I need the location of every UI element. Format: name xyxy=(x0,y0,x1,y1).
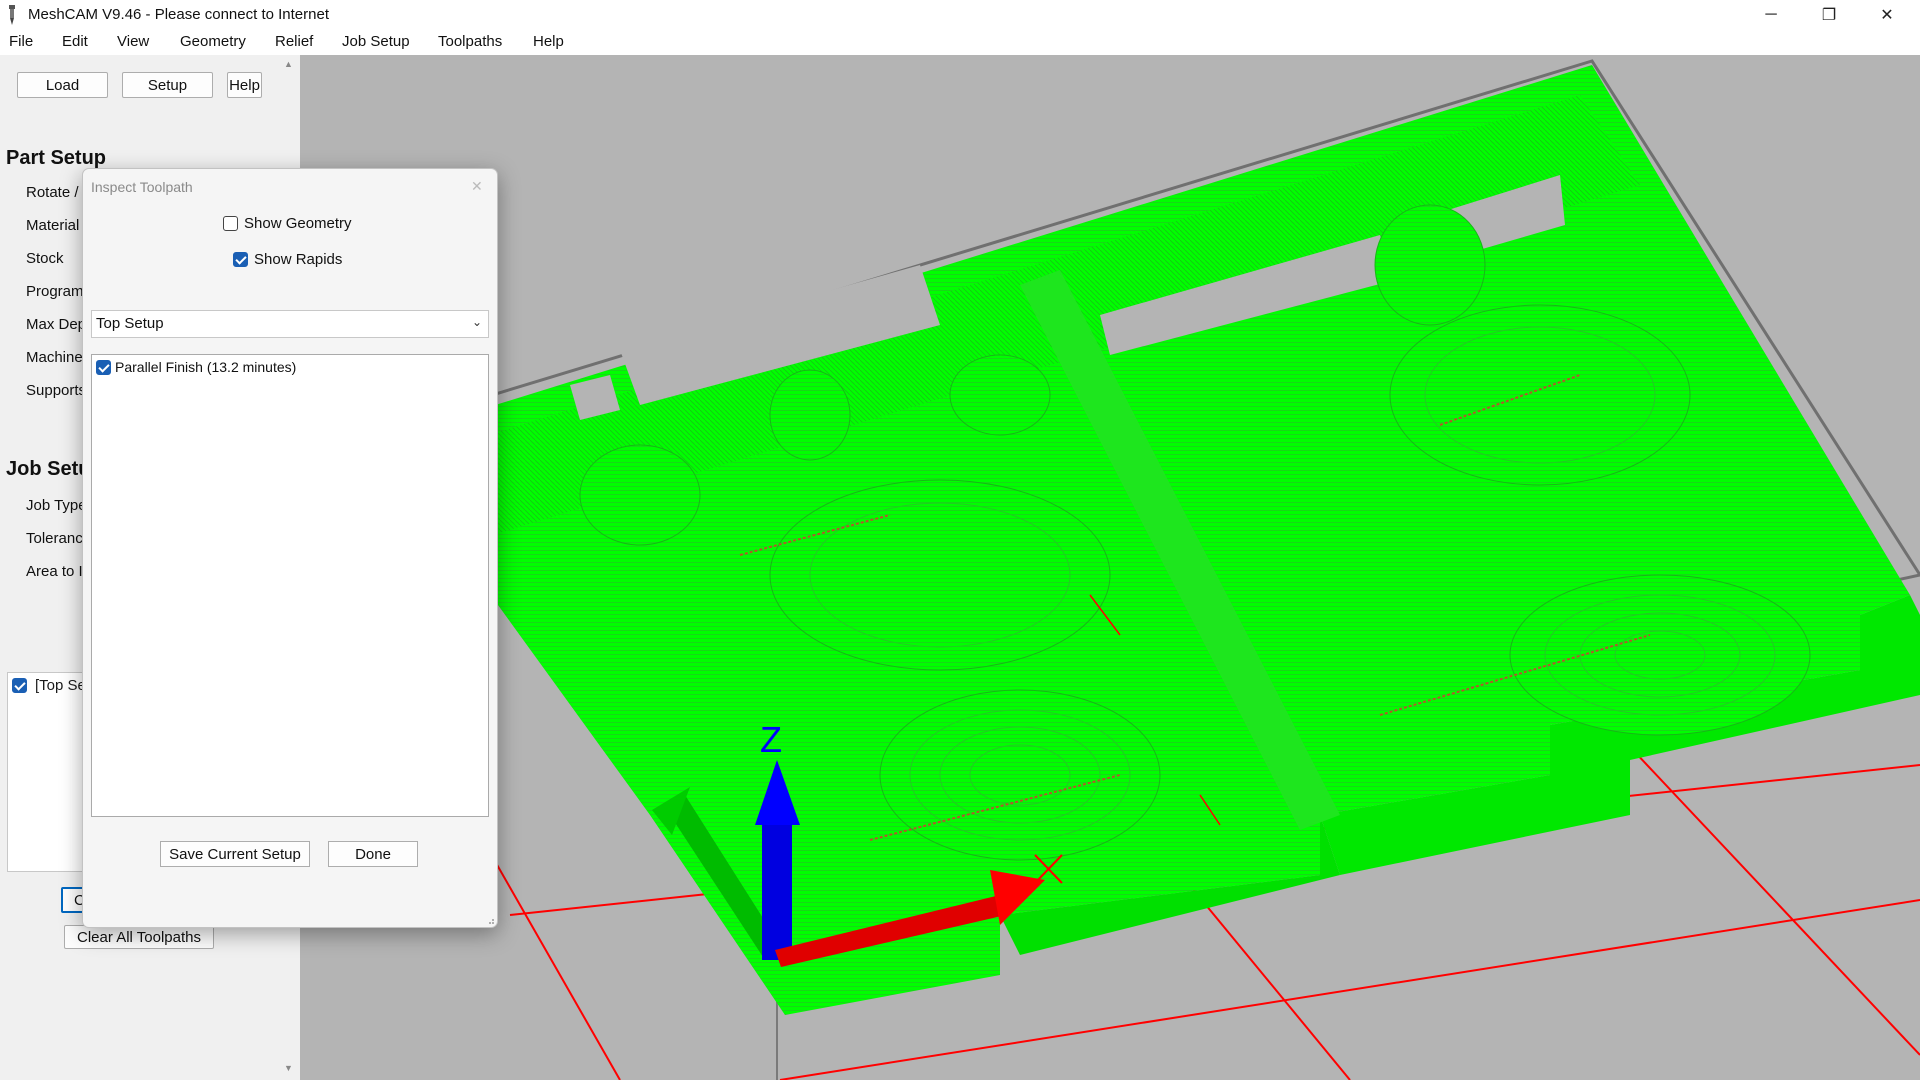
supports-label[interactable]: Supports xyxy=(26,382,86,399)
3d-viewport[interactable]: Z xyxy=(300,55,1920,1080)
setup-select[interactable]: Top Setup ⌄ xyxy=(91,310,489,338)
window-title: MeshCAM V9.46 - Please connect to Intern… xyxy=(28,6,329,23)
menu-view[interactable]: View xyxy=(117,33,149,50)
save-current-setup-button[interactable]: Save Current Setup xyxy=(160,841,310,867)
show-geometry-checkbox[interactable]: Show Geometry xyxy=(223,215,352,232)
show-rapids-check-box[interactable] xyxy=(233,252,248,267)
program-label[interactable]: Program xyxy=(26,283,84,300)
setup-list-item[interactable]: [Top Se xyxy=(12,677,86,694)
job-type-label[interactable]: Job Type xyxy=(26,497,87,514)
setup-button[interactable]: Setup xyxy=(122,72,213,98)
toolpath-list-item[interactable]: Parallel Finish (13.2 minutes) xyxy=(96,359,296,375)
menu-geometry[interactable]: Geometry xyxy=(180,33,246,50)
menu-help[interactable]: Help xyxy=(533,33,564,50)
part-setup-heading: Part Setup xyxy=(6,147,107,169)
help-button[interactable]: Help xyxy=(227,72,262,98)
show-rapids-checkbox[interactable]: Show Rapids xyxy=(233,251,342,268)
dialog-title: Inspect Toolpath xyxy=(91,179,193,195)
scroll-up-icon[interactable]: ▲ xyxy=(284,59,293,69)
menu-job-setup[interactable]: Job Setup xyxy=(342,33,410,50)
meshcam-app-icon xyxy=(9,5,15,25)
setup-select-value: Top Setup xyxy=(96,315,164,332)
menu-relief[interactable]: Relief xyxy=(275,33,313,50)
resize-grip-icon[interactable] xyxy=(485,915,495,925)
menu-edit[interactable]: Edit xyxy=(62,33,88,50)
show-geometry-check-box[interactable] xyxy=(223,216,238,231)
clear-all-toolpaths-button[interactable]: Clear All Toolpaths xyxy=(64,925,214,949)
setup-list-item-label: [Top Se xyxy=(35,677,86,694)
menu-bar: File Edit View Geometry Relief Job Setup… xyxy=(0,29,1920,55)
done-button[interactable]: Done xyxy=(328,841,418,867)
title-bar: MeshCAM V9.46 - Please connect to Intern… xyxy=(0,0,1920,29)
max-depth-label[interactable]: Max Dep xyxy=(26,316,86,333)
show-geometry-label: Show Geometry xyxy=(244,215,352,232)
setup-checkbox[interactable] xyxy=(12,678,27,693)
load-button[interactable]: Load xyxy=(17,72,108,98)
toolpath-checkbox[interactable] xyxy=(96,359,111,375)
stock-label[interactable]: Stock xyxy=(26,250,64,267)
dialog-close-icon[interactable]: ✕ xyxy=(471,178,483,195)
toolpath-list[interactable]: Parallel Finish (13.2 minutes) xyxy=(91,354,489,817)
close-button[interactable]: ✕ xyxy=(1858,0,1916,29)
z-axis-label: Z xyxy=(760,719,782,760)
area-label[interactable]: Area to I xyxy=(26,563,83,580)
menu-toolpaths[interactable]: Toolpaths xyxy=(438,33,502,50)
restore-button[interactable]: ❐ xyxy=(1800,0,1858,29)
rotate-label[interactable]: Rotate / xyxy=(26,184,79,201)
tolerance-label[interactable]: Toleranc xyxy=(26,530,83,547)
scroll-down-icon[interactable]: ▼ xyxy=(284,1063,293,1073)
chevron-down-icon: ⌄ xyxy=(471,315,482,329)
viewport-canvas: Z xyxy=(300,59,1920,1080)
material-label[interactable]: Material xyxy=(26,217,79,234)
menu-file[interactable]: File xyxy=(9,33,33,50)
minimize-button[interactable]: ─ xyxy=(1742,0,1800,29)
toolpath-label: Parallel Finish (13.2 minutes) xyxy=(115,359,297,375)
machine-label[interactable]: Machine xyxy=(26,349,83,366)
z-axis-shaft xyxy=(762,820,792,960)
job-setup-heading: Job Setu xyxy=(6,458,91,480)
show-rapids-label: Show Rapids xyxy=(254,251,343,268)
inspect-toolpath-dialog: Inspect Toolpath ✕ Show Geometry Show Ra… xyxy=(82,168,498,928)
